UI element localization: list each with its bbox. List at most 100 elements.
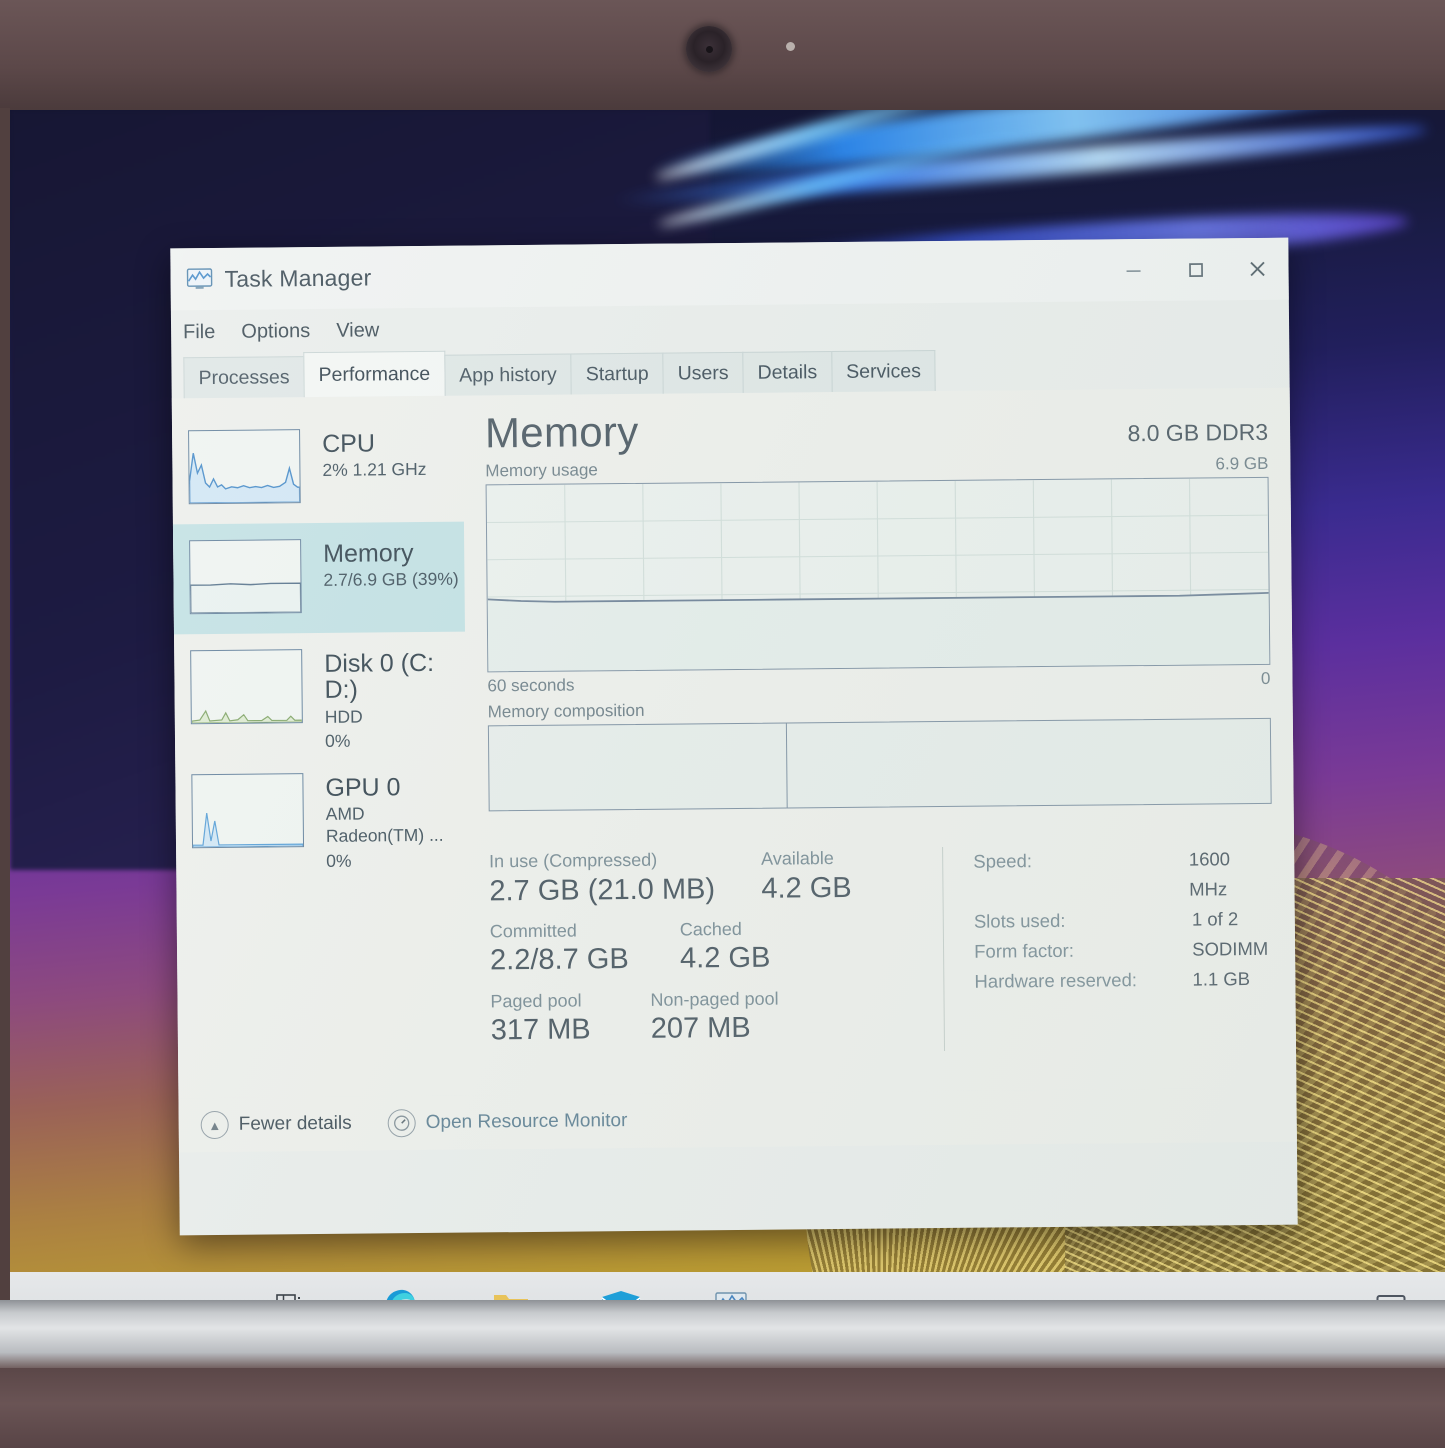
memory-statistics: In use (Compressed) 2.7 GB (21.0 MB) Ava… <box>489 844 1274 1055</box>
sidebar-disk-text: Disk 0 (C: D:) HDD 0% <box>324 648 466 754</box>
stat-in-use-label: In use (Compressed) <box>489 849 761 873</box>
fewer-details-label: Fewer details <box>239 1113 352 1136</box>
stat-available: Available 4.2 GB <box>761 848 852 907</box>
sidebar-item-cpu[interactable]: CPU 2% 1.21 GHz <box>172 412 464 525</box>
stat-in-use: In use (Compressed) 2.7 GB (21.0 MB) <box>489 849 762 909</box>
stat-paged-pool-value: 317 MB <box>491 1011 651 1049</box>
cpu-thumbnail-graph <box>188 429 301 504</box>
spec-row-hardware-reserved: Hardware reserved: 1.1 GB <box>974 964 1273 997</box>
performance-pane: CPU 2% 1.21 GHz Memory 2.7/6.9 GB ( <box>172 388 1297 1099</box>
sidebar-cpu-sub: 2% 1.21 GHz <box>322 459 426 482</box>
sidebar-gpu-sub2: 0% <box>326 850 467 873</box>
sidebar-item-gpu0[interactable]: GPU 0 AMD Radeon(TM) ... 0% <box>175 756 467 883</box>
laptop-screen: Task Manager <box>10 110 1445 1338</box>
tab-details[interactable]: Details <box>742 351 832 393</box>
disk-sparkline <box>191 650 302 723</box>
window-title: Task Manager <box>224 264 371 292</box>
stat-row-committed-cached: Committed 2.2/8.7 GB Cached 4.2 GB <box>490 917 906 979</box>
memory-header: Memory 8.0 GB DDR3 <box>485 402 1268 458</box>
stat-nonpaged-pool: Non-paged pool 207 MB <box>650 988 779 1047</box>
spec-slots-key: Slots used: <box>974 905 1192 937</box>
laptop-bottom-bezel <box>0 1300 1445 1370</box>
resource-sidebar[interactable]: CPU 2% 1.21 GHz Memory 2.7/6.9 GB ( <box>172 396 470 1099</box>
tab-users[interactable]: Users <box>662 352 743 394</box>
stat-nonpaged-pool-label: Non-paged pool <box>650 988 778 1011</box>
gauge-glyph <box>393 1114 411 1132</box>
tab-services[interactable]: Services <box>831 350 936 392</box>
title-bar[interactable]: Task Manager <box>170 238 1289 311</box>
time-axis-right: 0 <box>1261 669 1271 689</box>
sidebar-disk-sub2: 0% <box>325 730 466 753</box>
stat-cached-label: Cached <box>680 919 770 941</box>
spec-hardware-reserved-value: 1.1 GB <box>1192 964 1250 995</box>
sidebar-disk-sub1: HDD <box>325 705 466 728</box>
gpu-sparkline <box>192 774 303 847</box>
sidebar-disk-title: Disk 0 (C: D:) <box>324 650 465 704</box>
time-axis-labels: 60 seconds 0 <box>487 669 1270 697</box>
stat-available-value: 4.2 GB <box>761 869 852 906</box>
sidebar-gpu-text: GPU 0 AMD Radeon(TM) ... 0% <box>325 772 467 873</box>
minimize-button[interactable] <box>1102 239 1165 302</box>
memory-detail-panel: Memory 8.0 GB DDR3 Memory usage 6.9 GB <box>463 388 1297 1096</box>
memory-composition-bar[interactable] <box>488 718 1272 812</box>
spec-speed-key: Speed: <box>973 845 1189 907</box>
memory-usage-chart <box>487 478 1270 671</box>
gpu-thumbnail-graph <box>191 773 304 848</box>
tab-app-history[interactable]: App history <box>444 354 572 396</box>
stat-paged-pool: Paged pool 317 MB <box>490 990 651 1049</box>
tab-startup[interactable]: Startup <box>571 353 664 395</box>
maximize-button[interactable] <box>1164 238 1227 301</box>
sidebar-item-memory[interactable]: Memory 2.7/6.9 GB (39%) <box>173 522 465 635</box>
sidebar-item-disk0[interactable]: Disk 0 (C: D:) HDD 0% <box>174 632 466 759</box>
fewer-details-button[interactable]: ▲ Fewer details <box>201 1110 352 1139</box>
gauge-icon <box>388 1109 416 1137</box>
time-axis-left: 60 seconds <box>487 676 574 697</box>
webcam-lens <box>706 46 713 53</box>
menu-item-view[interactable]: View <box>336 319 379 342</box>
cpu-sparkline <box>189 430 300 503</box>
spec-row-slots: Slots used: 1 of 2 <box>974 904 1273 937</box>
sidebar-cpu-title: CPU <box>322 430 426 457</box>
memory-composition-label: Memory composition <box>488 701 645 723</box>
stat-available-label: Available <box>761 848 851 870</box>
sidebar-cpu-text: CPU 2% 1.21 GHz <box>322 428 427 482</box>
spec-form-factor-value: SODIMM <box>1192 934 1268 965</box>
webcam-led-indicator <box>786 42 795 51</box>
sidebar-memory-title: Memory <box>323 540 458 568</box>
spec-slots-value: 1 of 2 <box>1192 904 1239 934</box>
maximize-icon <box>1185 259 1205 279</box>
memory-sparkline <box>190 540 301 613</box>
open-resource-monitor-label: Open Resource Monitor <box>426 1110 628 1134</box>
chevron-up-circle-icon: ▲ <box>201 1111 229 1139</box>
disk-thumbnail-graph <box>190 649 303 724</box>
stat-committed-value: 2.2/8.7 GB <box>490 941 680 979</box>
stat-cached-value: 4.2 GB <box>680 940 771 977</box>
tab-processes[interactable]: Processes <box>183 356 304 398</box>
laptop-left-bezel <box>0 108 10 1313</box>
spec-form-factor-key: Form factor: <box>974 935 1192 967</box>
minimize-icon <box>1123 263 1143 277</box>
spec-row-form-factor: Form factor: SODIMM <box>974 934 1273 967</box>
sidebar-gpu-title: GPU 0 <box>325 774 466 802</box>
window-controls[interactable] <box>1102 238 1289 302</box>
status-bar[interactable]: ▲ Fewer details Open Resource Monitor <box>178 1088 1296 1153</box>
laptop-deck <box>0 1368 1445 1448</box>
menu-item-file[interactable]: File <box>183 320 215 343</box>
task-manager-window[interactable]: Task Manager <box>170 238 1297 1236</box>
menu-item-options[interactable]: Options <box>241 320 310 344</box>
spec-hardware-reserved-key: Hardware reserved: <box>974 964 1192 996</box>
close-button[interactable] <box>1226 238 1289 301</box>
stat-in-use-value: 2.7 GB (21.0 MB) <box>489 870 761 909</box>
close-icon <box>1246 258 1268 280</box>
stat-paged-pool-label: Paged pool <box>490 990 650 1013</box>
stat-row-paged-nonpaged: Paged pool 317 MB Non-paged pool 207 MB <box>490 987 906 1049</box>
usage-graph-label: Memory usage <box>485 460 598 481</box>
memory-usage-area <box>488 592 1270 671</box>
spec-row-speed: Speed: 1600 MHz <box>973 844 1272 907</box>
stat-row-inuse-available: In use (Compressed) 2.7 GB (21.0 MB) Ava… <box>489 847 905 909</box>
stat-committed: Committed 2.2/8.7 GB <box>490 919 681 979</box>
tab-performance[interactable]: Performance <box>303 351 445 397</box>
open-resource-monitor-link[interactable]: Open Resource Monitor <box>388 1107 628 1137</box>
laptop-photo: Task Manager <box>0 0 1445 1445</box>
sidebar-memory-sub: 2.7/6.9 GB (39%) <box>323 569 458 592</box>
